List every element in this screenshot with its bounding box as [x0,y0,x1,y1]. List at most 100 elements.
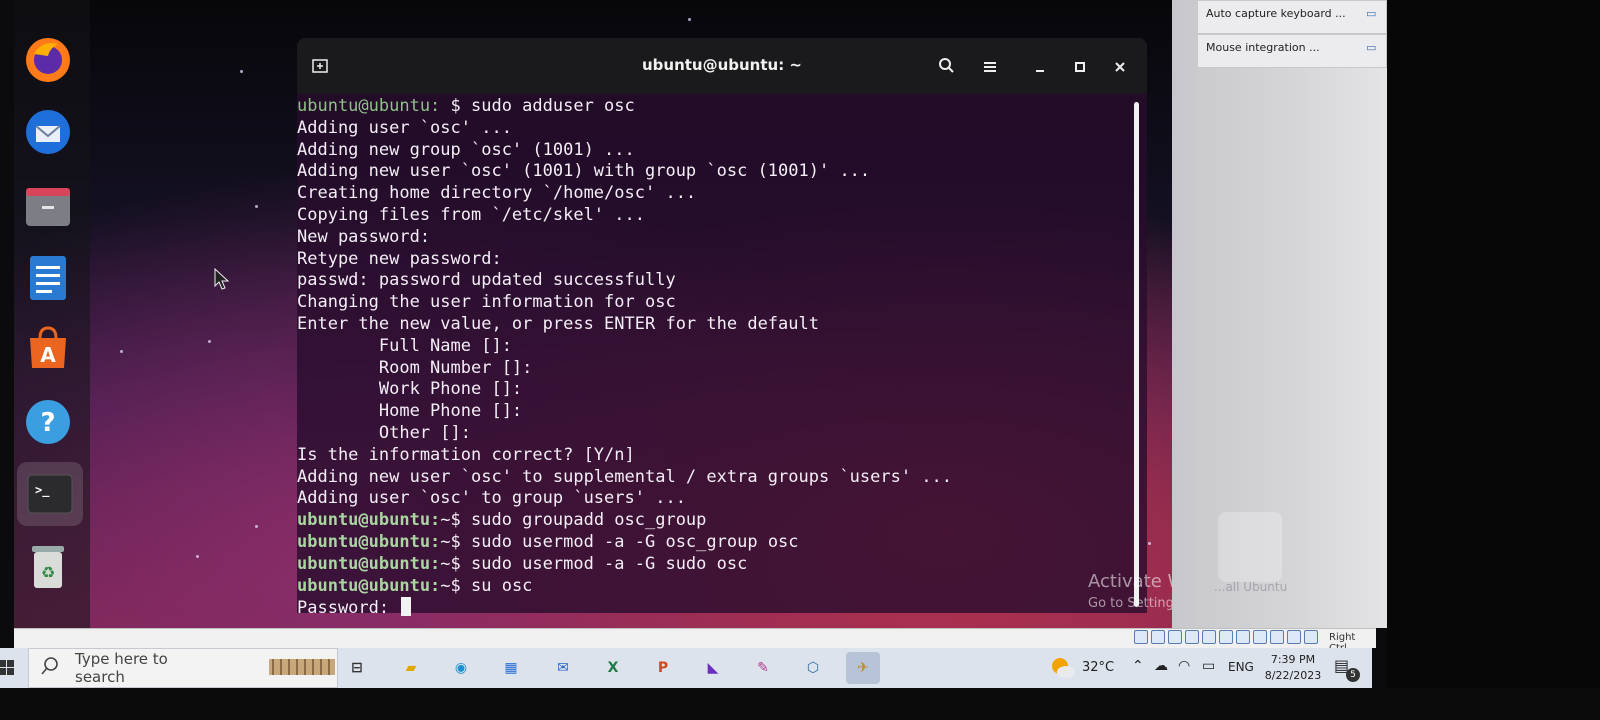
excel-button[interactable]: X [596,652,630,684]
windows-start-icon[interactable] [0,660,14,676]
notification-mouse-integration[interactable]: Mouse integration ... ▭ ✕ [1197,34,1399,68]
shell-command: ~$ sudo groupadd osc_group [440,510,707,531]
maximize-button[interactable] [1063,52,1097,82]
wallpaper-star [688,18,691,21]
hard-disk-icon[interactable] [1134,630,1148,644]
notification-auto-capture[interactable]: Auto capture keyboard ... ▭ ✕ [1197,0,1399,34]
wifi-icon[interactable]: ◠ [1178,658,1190,674]
activate-subtitle: Go to Setting [1088,596,1174,611]
terminal-line: Copying files from `/etc/skel' ... [297,204,645,225]
terminal-line: Adding user `osc' ... [297,117,512,138]
audio-icon[interactable] [1168,630,1182,644]
search-icon [938,57,954,77]
terminal-line: ubuntu@ubuntu:~$ sudo groupadd osc_group [297,510,1135,532]
language-indicator[interactable]: ENG [1228,660,1254,674]
weather-temperature: 32°C [1082,660,1115,675]
task-view-icon: ⊟ [351,660,363,676]
file-explorer-button[interactable]: ▰ [394,652,428,684]
minimize-button[interactable] [1023,52,1057,82]
onedrive-icon[interactable]: ☁ [1154,658,1168,674]
usb-icon[interactable] [1202,630,1216,644]
help-launcher[interactable]: ? [22,396,74,448]
terminal-line: Creating home directory `/home/osc' ... [297,183,697,204]
notification-center-button[interactable]: ▤ 5 [1334,656,1360,682]
show-hidden-icons-chevron-icon[interactable]: ⌃ [1132,658,1144,674]
ubuntu-dock: A ? >_ ♻ [14,0,90,628]
wallpaper-star [255,205,258,208]
files-launcher[interactable] [22,180,74,232]
terminal-icon: >_ [27,474,73,514]
battery-icon[interactable]: ▭ [1202,658,1215,674]
network-icon[interactable] [1185,630,1199,644]
firefox-launcher[interactable] [22,34,74,86]
terminal-window[interactable]: ubuntu@ubuntu: ~ ubuntu@ubuntu: $ sudo a… [297,38,1147,618]
search-icon [41,657,59,679]
app-center-launcher[interactable]: A [22,322,74,374]
svg-text:A: A [40,343,56,367]
terminal-titlebar[interactable]: ubuntu@ubuntu: ~ [297,38,1147,94]
activate-windows-watermark: Activate W Go to Setting [1088,571,1185,611]
trash-launcher[interactable]: ♻ [22,540,74,592]
mouse-integration-icon[interactable] [1287,630,1301,644]
terminal-line: Work Phone []: [297,379,523,400]
virtualbox-status-bar: Right Ctrl [14,628,1376,654]
svg-text:♻: ♻ [41,563,55,582]
search-button[interactable] [929,52,963,82]
vm-window-icon: ✈ [857,660,869,676]
cpu-icon[interactable] [1270,630,1284,644]
terminal-line: Adding new group `osc' (1001) ... [297,139,635,160]
taskbar-search[interactable]: Type here to search [28,648,338,688]
shell-command: ~$ sudo usermod -a -G osc_group osc [440,531,799,552]
shared-folders-icon[interactable] [1219,630,1233,644]
display-icon[interactable] [1236,630,1250,644]
terminal-line: ubuntu@ubuntu: $ sudo adduser osc [297,96,1135,118]
screen-bezel-bottom [0,688,1600,720]
weather-icon[interactable] [1050,656,1076,684]
install-ubuntu-label: ...all Ubuntu [1214,580,1288,594]
paint-button[interactable]: ✎ [746,652,780,684]
ubuntu-vm-button[interactable]: ✈ [846,652,880,684]
visual-studio-button[interactable]: ◣ [696,652,730,684]
terminal-output[interactable]: ubuntu@ubuntu: $ sudo adduser osc Adding … [297,94,1135,618]
excel-icon: X [607,660,619,676]
powerpoint-button[interactable]: P [646,652,680,684]
writer-launcher[interactable] [22,252,74,304]
terminal-title: ubuntu@ubuntu: ~ [641,56,803,74]
thunderbird-launcher[interactable] [22,106,74,158]
terminal-launcher[interactable]: >_ [17,462,83,526]
shell-prompt: ubuntu@ubuntu: [297,510,441,531]
terminal-scrollbar[interactable] [1134,102,1139,607]
virtualbox-button[interactable]: ⬡ [796,652,830,684]
password-prompt-line[interactable]: Password: [297,597,1135,620]
edge-button[interactable]: ◉ [444,652,478,684]
terminal-line: Changing the user information for osc [297,292,676,313]
close-button[interactable] [1103,52,1137,82]
message-icon[interactable]: ▭ [1366,41,1376,54]
text-cursor [401,597,412,617]
paint-icon: ✎ [757,660,769,676]
shell-command: ~$ su osc [440,575,533,596]
wallpaper-star [240,70,243,73]
powerpoint-icon: P [657,660,669,676]
svg-text:?: ? [40,408,55,438]
mail-button[interactable]: ✉ [546,652,580,684]
hamburger-menu-icon [983,58,997,77]
taskbar-clock[interactable]: 7:39 PM 8/22/2023 [1258,652,1328,684]
optical-drive-icon[interactable] [1151,630,1165,644]
shell-command: ~$ sudo usermod -a -G sudo osc [440,553,748,574]
message-icon[interactable]: ▭ [1366,7,1376,20]
wallpaper-star [196,555,199,558]
search-highlight-icon [267,653,337,683]
recording-icon[interactable] [1253,630,1267,644]
shell-prompt: ubuntu@ubuntu: [297,575,441,596]
firefox-icon [24,36,72,84]
install-ubuntu-icon [1218,512,1282,582]
terminal-line: ubuntu@ubuntu:~$ su osc [297,576,1135,598]
keyboard-icon[interactable] [1304,630,1318,644]
store-button[interactable]: ▦ [494,652,528,684]
terminal-line: Enter the new value, or press ENTER for … [297,313,819,334]
minimize-icon [1034,58,1046,77]
notification-label: Auto capture keyboard ... [1206,7,1346,20]
menu-button[interactable] [973,52,1007,82]
task-view-button[interactable]: ⊟ [340,652,374,684]
